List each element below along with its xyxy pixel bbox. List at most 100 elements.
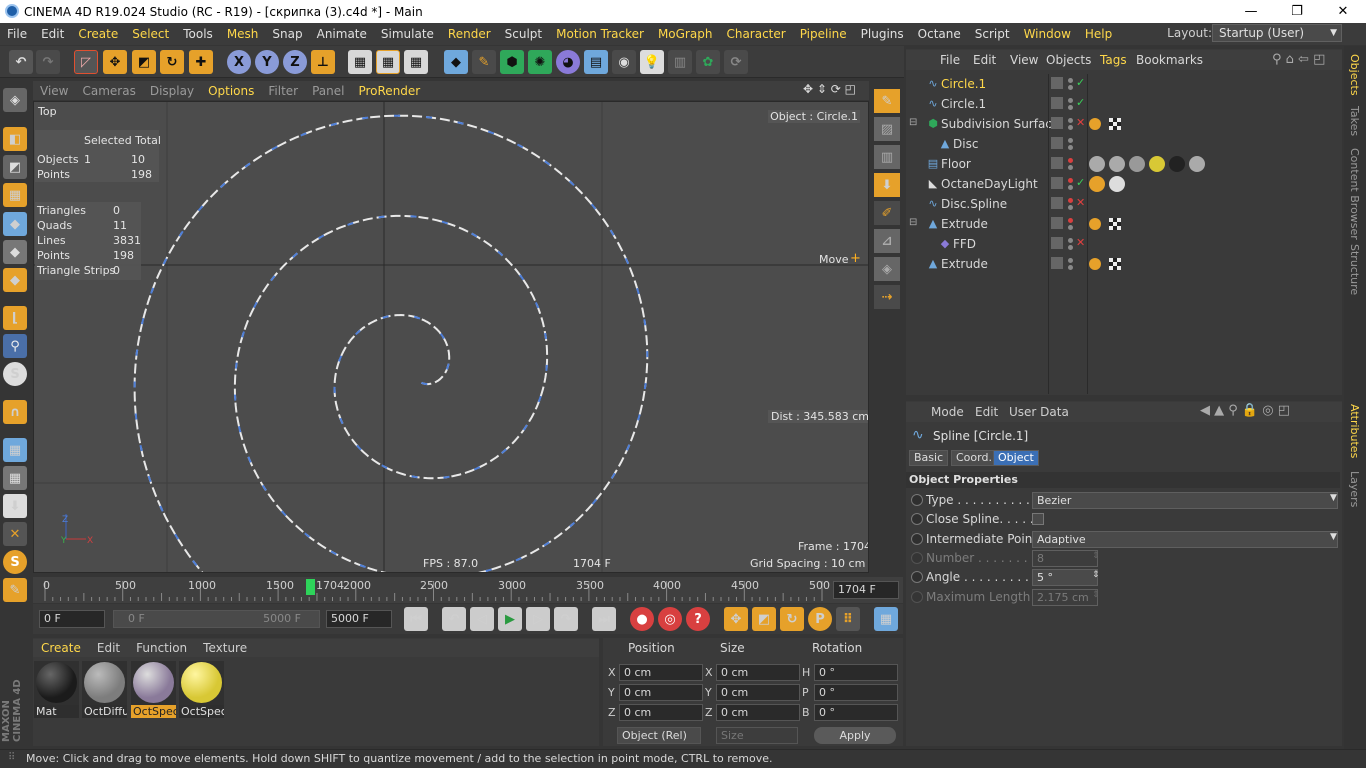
restore-button[interactable]: ❐ [1274, 0, 1320, 23]
x-axis-icon[interactable]: X [227, 50, 251, 74]
attribute-nav-icons[interactable]: ◀ ▲ ⚲ 🔒 ◎ ◰ [1200, 403, 1290, 418]
next-frame-icon[interactable]: ▷ [526, 607, 550, 631]
object-row[interactable]: ∿ Disc.Spline ✕ [906, 194, 1342, 214]
render-visibility-dot[interactable] [1068, 265, 1073, 270]
tab-coord[interactable]: Coord. [951, 450, 997, 466]
pen-spline-icon[interactable]: ✎ [472, 50, 496, 74]
position-x-field[interactable]: 0 cm [619, 664, 703, 681]
intermediate-points-select[interactable]: Adaptive [1032, 530, 1338, 548]
menu-mesh[interactable]: Mesh [220, 27, 266, 41]
polygon-pen-icon[interactable]: ◈ [874, 257, 900, 281]
material-menu-create[interactable]: Create [33, 641, 89, 655]
download-icon[interactable]: ⬇ [3, 494, 27, 518]
menu-select[interactable]: Select [125, 27, 176, 41]
viewport-menu-panel[interactable]: Panel [305, 84, 351, 98]
y-axis-icon[interactable]: Y [255, 50, 279, 74]
menu-script[interactable]: Script [968, 27, 1017, 41]
octane-live-icon[interactable]: ⟳ [724, 50, 748, 74]
menu-pipeline[interactable]: Pipeline [793, 27, 854, 41]
next-key-icon[interactable]: ↷ [554, 607, 578, 631]
coordinate-system-icon[interactable]: ⊥ [311, 50, 335, 74]
side-tab-objects[interactable]: Objects [1348, 54, 1361, 96]
maximum-length-field[interactable]: 2.175 cm [1032, 588, 1098, 606]
phong-tag-icon[interactable] [1089, 118, 1101, 130]
menu-character[interactable]: Character [719, 27, 792, 41]
go-to-end-icon[interactable]: ⏭ [592, 607, 616, 631]
checker-tag-icon[interactable] [1109, 118, 1121, 130]
axis-mode-icon[interactable]: ⌊ [3, 306, 27, 330]
object-row[interactable]: ⬢ Subdivision Surface ✕ [906, 114, 1342, 134]
phong-tag-icon[interactable] [1089, 258, 1101, 270]
close-button[interactable]: ✕ [1320, 0, 1366, 23]
layer-icon[interactable] [1051, 237, 1063, 249]
checker-tag-icon[interactable] [1109, 218, 1121, 230]
editor-visibility-dot[interactable] [1068, 158, 1073, 163]
material-menu-function[interactable]: Function [128, 641, 195, 655]
magnet-icon[interactable]: ∩ [3, 400, 27, 424]
animate-radio[interactable] [911, 494, 923, 506]
key-parameter-icon[interactable]: P [808, 607, 832, 631]
stepper-icon[interactable]: ⇕ [1092, 590, 1100, 600]
extrude-tool-icon[interactable]: ⬇ [874, 173, 900, 197]
size-x-field[interactable]: 0 cm [716, 664, 800, 681]
material-swatch[interactable]: Mat [34, 661, 79, 718]
object-menu-tags[interactable]: Tags [1100, 53, 1127, 67]
editor-visibility-dot[interactable] [1068, 178, 1073, 183]
menu-help[interactable]: Help [1078, 27, 1119, 41]
viewport-navigation-icons[interactable]: ✥ ⇕ ⟳ ◰ [803, 82, 856, 96]
previous-key-icon[interactable]: ↶ [442, 607, 466, 631]
tab-basic[interactable]: Basic [909, 450, 949, 466]
object-row[interactable]: ▲ Disc [906, 134, 1342, 154]
move-tool-icon[interactable]: ✥ [103, 50, 127, 74]
current-frame-field[interactable]: 1704 F [833, 581, 899, 599]
menu-animate[interactable]: Animate [310, 27, 374, 41]
material-swatch-selected[interactable]: OctSpec [131, 661, 176, 718]
rotation-p-field[interactable]: 0 ° [814, 684, 898, 701]
render-visibility-dot[interactable] [1068, 165, 1073, 170]
collapse-icon[interactable]: ⊟ [909, 217, 917, 228]
disabled-x-icon[interactable]: ✕ [1076, 116, 1085, 129]
side-tab-content-browser[interactable]: Content Browser [1348, 148, 1361, 240]
layer-icon[interactable] [1051, 137, 1063, 149]
layer-icon[interactable] [1051, 97, 1063, 109]
measure-icon[interactable]: ⊿ [874, 229, 900, 253]
subdivision-icon[interactable]: ⬢ [500, 50, 524, 74]
search-icon[interactable]: ⚲ ⌂ ⇦ ◰ [1272, 52, 1325, 67]
animate-radio[interactable] [911, 551, 923, 564]
side-tab-attributes[interactable]: Attributes [1348, 404, 1361, 458]
enabled-check-icon[interactable]: ✓ [1076, 176, 1085, 189]
material-menu-edit[interactable]: Edit [89, 641, 128, 655]
previous-frame-icon[interactable]: ◁ [470, 607, 494, 631]
position-z-field[interactable]: 0 cm [619, 704, 703, 721]
render-visibility-dot[interactable] [1068, 205, 1073, 210]
enabled-check-icon[interactable]: ✓ [1076, 96, 1085, 109]
object-row[interactable]: ∿ Circle.1 ✓ [906, 74, 1342, 94]
stepper-icon[interactable]: ⇕ [1092, 570, 1100, 580]
size-mode-select[interactable]: Size [716, 727, 798, 744]
viewport-menu-view[interactable]: View [33, 84, 75, 98]
rotate-tool-icon[interactable]: ↻ [160, 50, 184, 74]
texture-mode-icon[interactable]: ◩ [3, 155, 27, 179]
light-icon[interactable]: 💡 [640, 50, 664, 74]
attribute-menu-mode[interactable]: Mode [931, 405, 964, 419]
go-to-start-icon[interactable]: ⏮ [404, 607, 428, 631]
object-menu-edit[interactable]: Edit [973, 53, 996, 67]
stepper-icon[interactable]: ⇕ [1092, 551, 1100, 561]
attribute-menu-user-data[interactable]: User Data [1009, 405, 1069, 419]
material-swatch[interactable]: OctSpec [179, 661, 224, 718]
object-menu-objects[interactable]: Objects [1046, 53, 1091, 67]
side-tab-structure[interactable]: Structure [1348, 244, 1361, 295]
render-visibility-dot[interactable] [1068, 245, 1073, 250]
size-z-field[interactable]: 0 cm [716, 704, 800, 721]
rotation-h-field[interactable]: 0 ° [814, 664, 898, 681]
animate-radio[interactable] [911, 571, 923, 584]
material-tag-icon[interactable] [1189, 156, 1205, 172]
transfer-icon[interactable]: ⇢ [874, 285, 900, 309]
viewport-menu-display[interactable]: Display [143, 84, 201, 98]
menu-mograph[interactable]: MoGraph [651, 27, 720, 41]
object-row[interactable]: ▲ Extrude [906, 214, 1342, 234]
keyframe-help-icon[interactable]: ? [686, 607, 710, 631]
layer-icon[interactable] [1051, 257, 1063, 269]
editor-visibility-dot[interactable] [1068, 218, 1073, 223]
undo-icon[interactable]: ↶ [9, 50, 33, 74]
